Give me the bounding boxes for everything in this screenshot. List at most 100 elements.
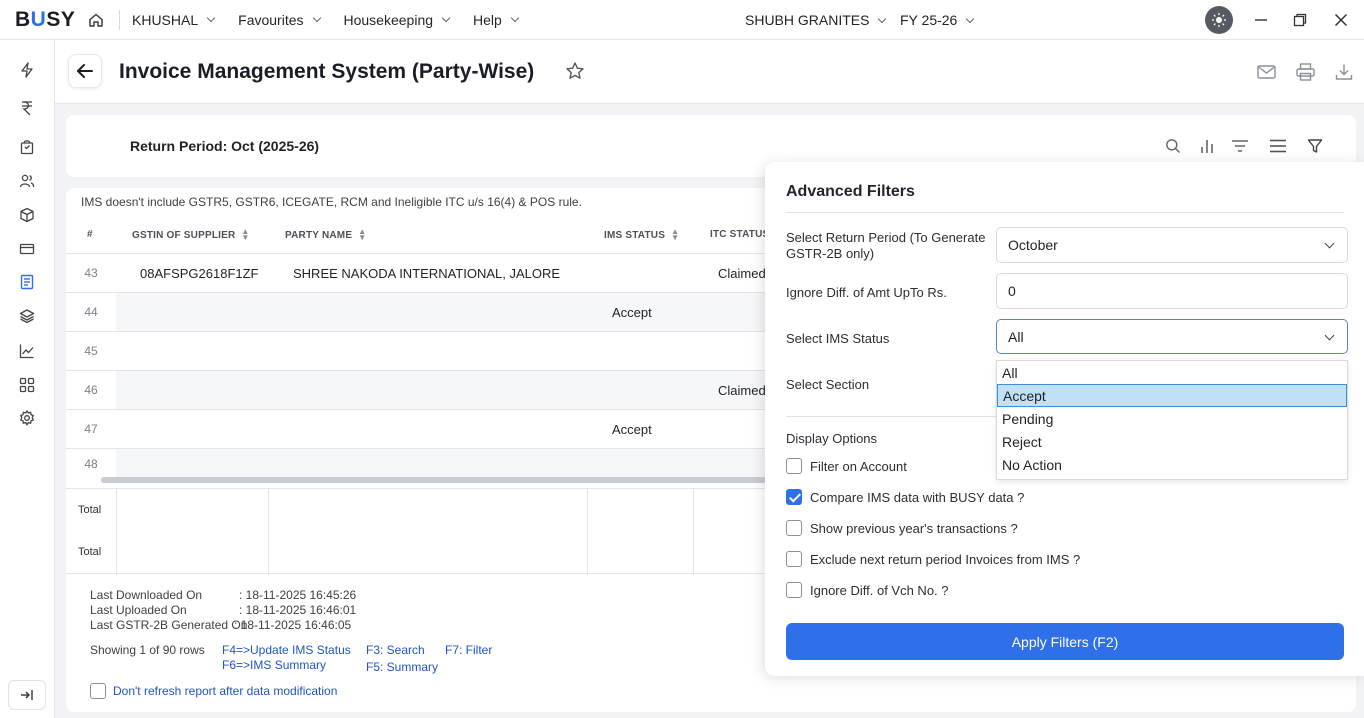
busy-logo[interactable]: BUSY [15, 8, 77, 32]
close-button[interactable] [1331, 10, 1351, 30]
left-sidebar [0, 40, 55, 718]
table-row[interactable]: 45 [66, 331, 766, 370]
menu-help[interactable]: Help [473, 12, 520, 28]
chevron-down-icon [206, 13, 216, 23]
ims-status-select[interactable]: All [996, 319, 1348, 354]
fy-selector[interactable]: FY 25-26 [900, 12, 975, 28]
menu-lines-icon[interactable] [1268, 136, 1288, 156]
advanced-filters-panel: Advanced Filters Select Return Period (T… [765, 162, 1364, 676]
last-gstr-value: : 18-11-2025 16:46:05 [234, 618, 352, 632]
totals-section [66, 488, 766, 575]
mail-icon[interactable] [1256, 62, 1276, 82]
sort-icon: ▲ ▼ [671, 227, 680, 242]
divider [119, 9, 120, 30]
theme-toggle-button[interactable] [1205, 6, 1233, 34]
ignore-diff-amount-input[interactable]: 0 [996, 273, 1348, 309]
favourite-star-icon[interactable] [565, 61, 585, 86]
home-icon[interactable] [87, 11, 105, 29]
ims-status-cell: Accept [612, 305, 652, 320]
table-row[interactable]: 48 [66, 448, 766, 479]
sort-filter-icon[interactable] [1230, 136, 1250, 156]
users-icon[interactable] [17, 171, 37, 191]
rows-count: Showing 1 of 90 rows [90, 643, 205, 657]
table-row[interactable]: 47 Accept [66, 409, 766, 448]
ims-status-option-pending[interactable]: Pending [997, 407, 1347, 430]
chevron-down-icon [510, 13, 520, 23]
last-uploaded-value: : 18-11-2025 16:46:01 [239, 603, 357, 617]
table-row[interactable]: 43 08AFSPG2618F1ZF SHREE NAKODA INTERNAT… [66, 253, 766, 292]
ignore-vch-no-checkbox[interactable] [786, 582, 802, 598]
total-row-label: Total [78, 546, 102, 558]
gstin-cell: 08AFSPG2618F1ZF [140, 266, 259, 281]
show-previous-year-option[interactable]: Show previous year's transactions ? [786, 520, 1018, 536]
dont-refresh-checkbox[interactable] [90, 683, 106, 699]
print-icon[interactable] [1295, 62, 1315, 82]
column-header-gstin[interactable]: GSTIN OF SUPPLIER ▲ ▼ [132, 228, 250, 242]
search-link[interactable]: F3: Search [366, 643, 425, 657]
search-icon[interactable] [1163, 136, 1183, 156]
filter-on-account-option[interactable]: Filter on Account [786, 458, 907, 474]
back-button[interactable] [68, 54, 102, 88]
total-row-label: Total [78, 504, 102, 516]
compare-ims-option[interactable]: Compare IMS data with BUSY data ? [786, 489, 1024, 505]
apps-grid-icon[interactable] [17, 375, 37, 395]
menu-khushal[interactable]: KHUSHAL [132, 12, 216, 28]
ims-status-option-all[interactable]: All [997, 361, 1347, 384]
ims-summary-link[interactable]: F6=>IMS Summary [222, 658, 326, 672]
summary-link[interactable]: F5: Summary [366, 660, 438, 674]
bar-chart-icon[interactable] [1197, 136, 1217, 156]
exclude-next-period-option[interactable]: Exclude next return period Invoices from… [786, 551, 1080, 567]
table-row[interactable]: 44 Accept [66, 292, 766, 331]
column-header-itc-status[interactable]: ITC STATUS [710, 229, 769, 240]
filter-link[interactable]: F7: Filter [445, 643, 492, 657]
ims-status-option-accept[interactable]: Accept [997, 384, 1347, 407]
last-uploaded-label: Last Uploaded On [90, 603, 187, 617]
page-header: Invoice Management System (Party-Wise) [55, 40, 1364, 104]
download-icon[interactable] [1334, 62, 1354, 82]
purchase-bag-icon[interactable] [17, 137, 37, 157]
dont-refresh-option[interactable]: Don't refresh report after data modifica… [90, 683, 337, 699]
return-period-field-label: Select Return Period (To Generate GSTR-2… [786, 230, 986, 261]
return-period-select[interactable]: October [996, 227, 1348, 263]
column-header-ims-status[interactable]: IMS STATUS ▲ ▼ [604, 227, 680, 242]
ignore-diff-label: Ignore Diff. of Amt UpTo Rs. [786, 285, 947, 300]
lightning-icon[interactable] [17, 60, 37, 80]
exclude-next-period-checkbox[interactable] [786, 551, 802, 567]
display-options-label: Display Options [786, 431, 878, 446]
menu-favourites[interactable]: Favourites [238, 12, 321, 28]
company-selector[interactable]: SHUBH GRANITES [745, 12, 887, 28]
arrow-left-icon [77, 64, 93, 78]
rupee-icon[interactable] [17, 98, 37, 118]
expand-sidebar-button[interactable] [8, 680, 46, 710]
restore-button[interactable] [1290, 10, 1310, 30]
analytics-icon[interactable] [17, 341, 37, 361]
minimize-button[interactable] [1251, 10, 1271, 30]
ignore-vch-no-option[interactable]: Ignore Diff. of Vch No. ? [786, 582, 949, 598]
table-row[interactable]: 46 Claimed [66, 370, 766, 409]
sort-icon: ▲ ▼ [358, 227, 367, 242]
report-document-icon[interactable] [17, 272, 37, 292]
compare-ims-checkbox[interactable] [786, 489, 802, 505]
apply-filters-button[interactable]: Apply Filters (F2) [786, 623, 1344, 660]
package-icon[interactable] [17, 205, 37, 225]
column-header-party-name[interactable]: PARTY NAME ▲ ▼ [285, 227, 367, 242]
horizontal-scrollbar[interactable] [101, 477, 766, 483]
filter-on-account-checkbox[interactable] [786, 458, 802, 474]
chevron-down-icon [1324, 330, 1335, 341]
show-previous-year-checkbox[interactable] [786, 520, 802, 536]
update-ims-status-link[interactable]: F4=>Update IMS Status [222, 643, 351, 657]
expand-arrow-icon [21, 690, 33, 700]
chevron-down-icon [1324, 238, 1335, 249]
menu-housekeeping[interactable]: Housekeeping [344, 12, 451, 28]
party-name-cell: SHREE NAKODA INTERNATIONAL, JALORE [293, 266, 561, 281]
card-icon[interactable] [17, 239, 37, 259]
layers-icon[interactable] [17, 306, 37, 326]
dont-refresh-label: Don't refresh report after data modifica… [113, 684, 338, 698]
sun-icon [1212, 13, 1226, 27]
ims-status-option-reject[interactable]: Reject [997, 430, 1347, 453]
chevron-down-icon [312, 13, 321, 23]
column-header-number[interactable]: # [87, 229, 93, 240]
ims-status-option-no-action[interactable]: No Action [997, 453, 1347, 476]
settings-gear-icon[interactable] [17, 408, 37, 428]
funnel-filter-icon[interactable] [1305, 136, 1325, 156]
